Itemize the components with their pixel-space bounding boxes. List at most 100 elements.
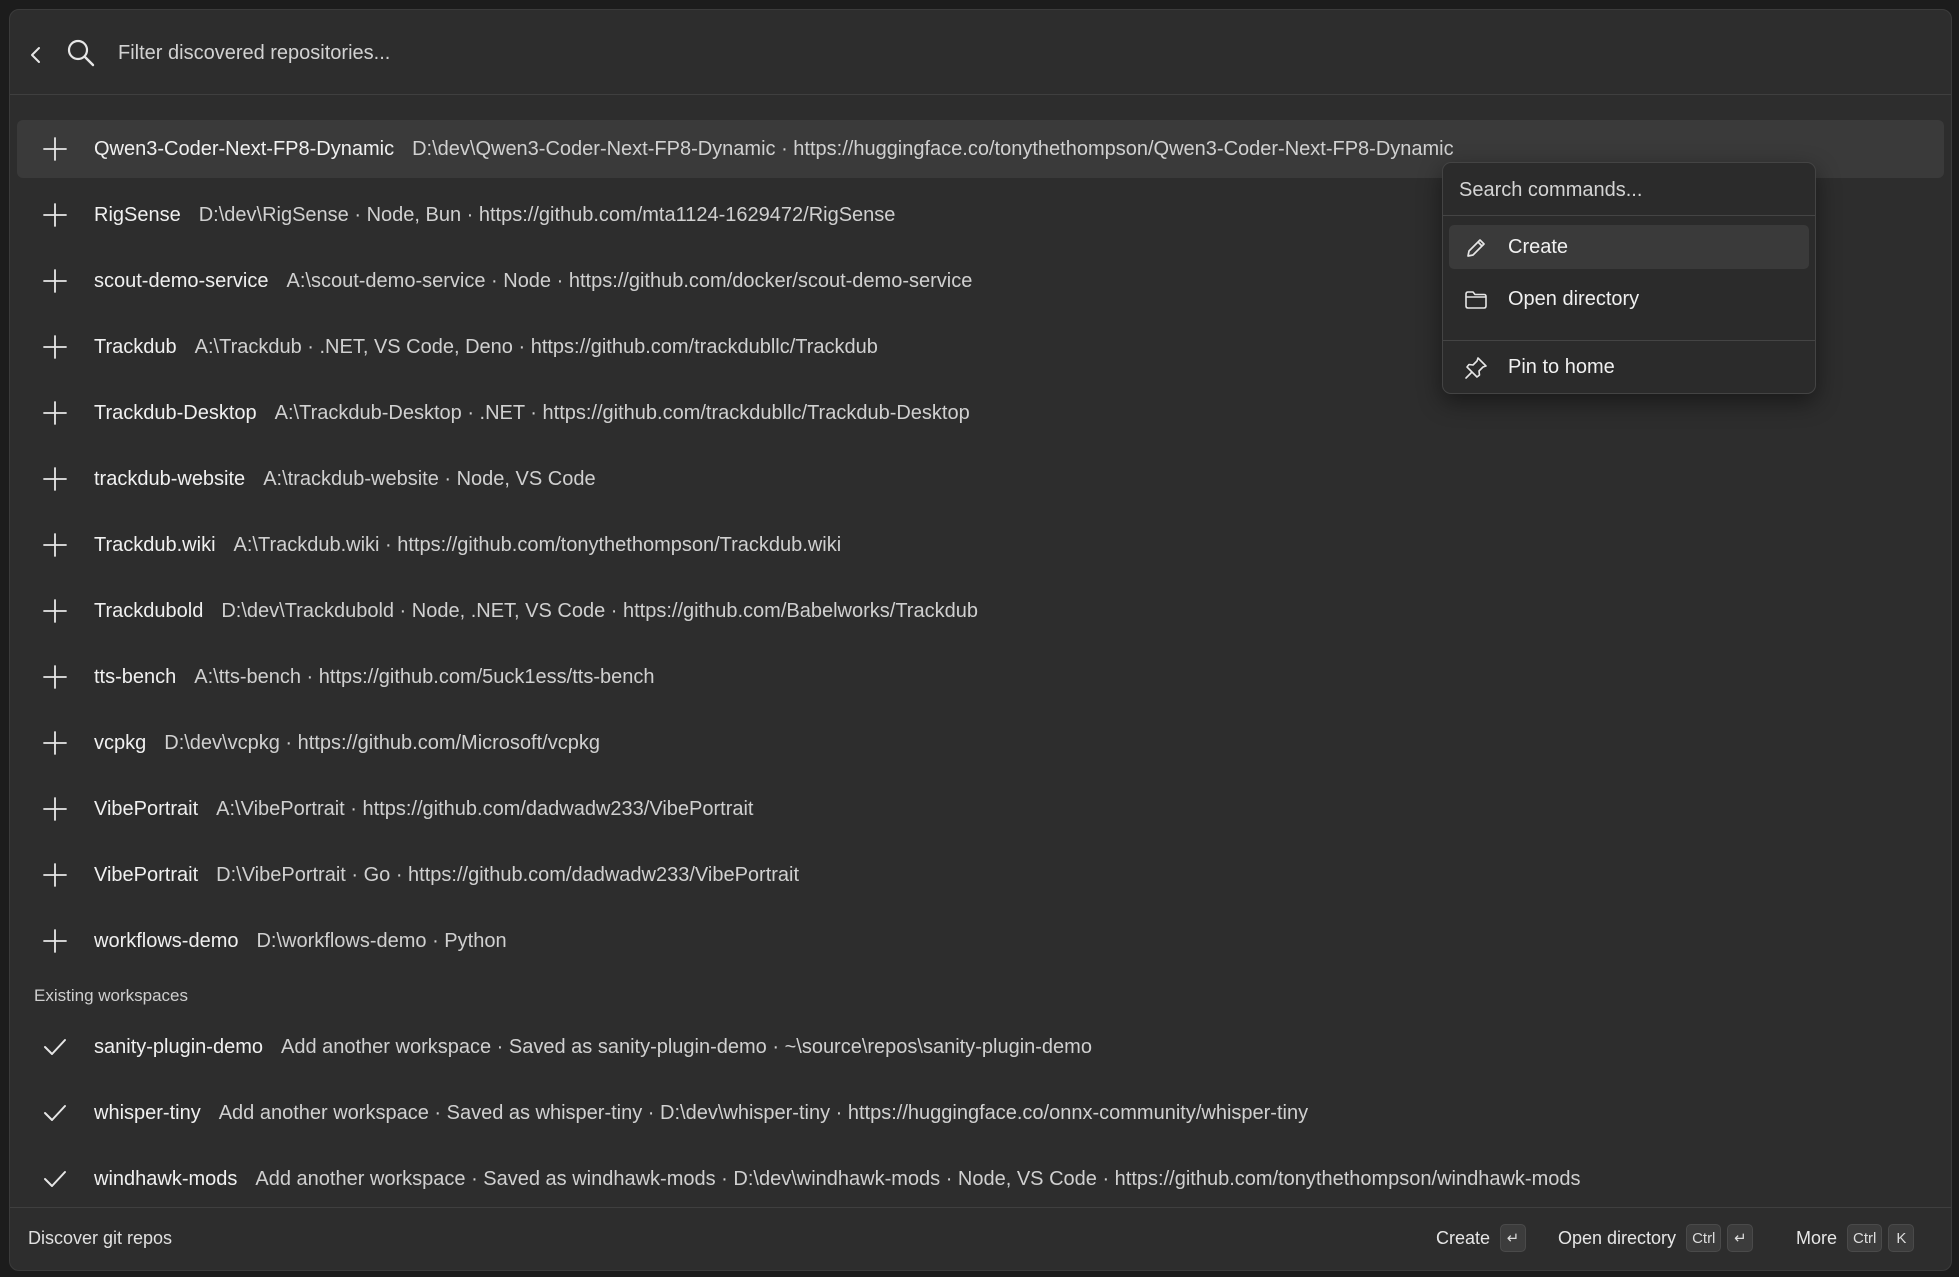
- back-arrow-icon[interactable]: [24, 42, 48, 68]
- pencil-icon: [1463, 235, 1489, 261]
- command-label: Open directory: [1508, 288, 1640, 310]
- repo-name: windhawk-mods: [94, 1167, 238, 1190]
- existing-workspaces-header: Existing workspaces: [34, 986, 189, 1005]
- enter-key: ↵: [1727, 1224, 1754, 1252]
- ctrl-key: Ctrl: [1686, 1224, 1722, 1252]
- repo-name: Trackdub.wiki: [94, 533, 216, 556]
- action-label: Create: [1436, 1227, 1491, 1248]
- repo-name: RigSense: [94, 203, 181, 226]
- repo-name: sanity-plugin-demo: [94, 1035, 263, 1058]
- action-label: Open directory: [1558, 1227, 1677, 1248]
- plus-icon: [41, 729, 69, 757]
- existing-workspace-row[interactable]: sanity-plugin-demo Add another workspace …: [17, 1018, 1944, 1076]
- repo-name: Qwen3-Coder-Next-FP8-Dynamic: [94, 137, 395, 160]
- discovered-repo-row[interactable]: trackdub-website A:\trackdub-website · No…: [17, 450, 1944, 508]
- plus-icon: [41, 795, 69, 823]
- check-icon: [41, 1033, 69, 1061]
- repo-details: D:\dev\Trackdubold · Node, .NET, VS Code…: [221, 599, 978, 622]
- check-icon: [41, 1165, 69, 1193]
- row-text: tts-bench A:\tts-bench · https://github.c…: [94, 666, 655, 689]
- command-search: [1443, 163, 1815, 216]
- plus-icon: [41, 663, 69, 691]
- row-text: vcpkg D:\dev\vcpkg · https://github.com/M…: [94, 732, 600, 755]
- filter-repositories-input[interactable]: [116, 32, 1820, 74]
- row-text: whisper-tiny Add another workspace · Save…: [94, 1102, 1308, 1125]
- footer-title: Discover git repos: [28, 1228, 173, 1248]
- row-text: Trackdubold D:\dev\Trackdubold · Node, .N…: [94, 600, 978, 623]
- plus-icon: [41, 201, 69, 229]
- enter-key: ↵: [1500, 1224, 1527, 1252]
- plus-icon: [41, 267, 69, 295]
- action-label: More: [1796, 1227, 1838, 1248]
- repo-name: Trackdubold: [94, 599, 204, 622]
- repo-name: VibePortrait: [94, 797, 199, 820]
- repo-details: D:\dev\Qwen3-Coder-Next-FP8-Dynamic · ht…: [412, 137, 1454, 160]
- repo-name: trackdub-website: [94, 467, 246, 490]
- repo-name: vcpkg: [94, 731, 147, 754]
- plus-icon: [41, 927, 69, 955]
- repo-name: workflows-demo: [94, 929, 239, 952]
- row-text: windhawk-mods Add another workspace · Sav…: [94, 1168, 1580, 1191]
- command-open-directory[interactable]: Open directory: [1449, 277, 1809, 321]
- plus-icon: [41, 597, 69, 625]
- discovered-repo-row[interactable]: Trackdub.wiki A:\Trackdub.wiki · https://…: [17, 516, 1944, 574]
- row-text: RigSense D:\dev\RigSense · Node, Bun · ht…: [94, 204, 895, 227]
- command-create[interactable]: Create: [1449, 225, 1809, 269]
- repo-details: A:\scout-demo-service · Node · https://g…: [286, 269, 973, 292]
- repo-details: A:\VibePortrait · https://github.com/dad…: [216, 797, 754, 820]
- check-icon: [41, 1099, 69, 1127]
- repo-details: A:\tts-bench · https://github.com/5uck1e…: [194, 665, 655, 688]
- footer-create-action[interactable]: Create ↵: [1436, 1221, 1532, 1255]
- status-footer: Discover git repos Create ↵ Open directo…: [10, 1207, 1951, 1270]
- search-icon: [64, 36, 98, 70]
- row-text: VibePortrait A:\VibePortrait · https://gi…: [94, 798, 753, 821]
- discovered-repo-row[interactable]: workflows-demo D:\workflows-demo · Python: [17, 912, 1944, 970]
- repo-name: whisper-tiny: [94, 1101, 201, 1124]
- plus-icon: [41, 531, 69, 559]
- repo-name: VibePortrait: [94, 863, 199, 886]
- plus-icon: [41, 135, 69, 163]
- discovered-repo-row[interactable]: vcpkg D:\dev\vcpkg · https://github.com/M…: [17, 714, 1944, 772]
- command-pin-to-home[interactable]: Pin to home: [1449, 345, 1809, 389]
- row-text: Trackdub A:\Trackdub · .NET, VS Code, Den…: [94, 336, 878, 359]
- repo-details: A:\Trackdub.wiki · https://github.com/to…: [233, 533, 842, 556]
- plus-icon: [41, 399, 69, 427]
- discovered-repo-row[interactable]: VibePortrait A:\VibePortrait · https://gi…: [17, 780, 1944, 838]
- repo-details: D:\workflows-demo · Python: [256, 929, 507, 952]
- repo-name: tts-bench: [94, 665, 177, 688]
- existing-workspace-row[interactable]: whisper-tiny Add another workspace · Save…: [17, 1084, 1944, 1142]
- plus-icon: [41, 465, 69, 493]
- repo-details: A:\Trackdub-Desktop · .NET · https://git…: [274, 401, 970, 424]
- footer-more-action[interactable]: More Ctrl K: [1796, 1221, 1920, 1255]
- repo-details: Add another workspace · Saved as sanity-…: [280, 1035, 1092, 1058]
- row-text: Trackdub-Desktop A:\Trackdub-Desktop · .N…: [94, 402, 970, 425]
- row-text: sanity-plugin-demo Add another workspace …: [94, 1036, 1092, 1059]
- search-commands-input[interactable]: [1457, 173, 1801, 207]
- repo-details: A:\trackdub-website · Node, VS Code: [263, 467, 596, 490]
- repo-details: A:\Trackdub · .NET, VS Code, Deno · http…: [194, 335, 878, 358]
- repo-details: D:\dev\vcpkg · https://github.com/Micros…: [164, 731, 600, 754]
- discovered-repo-row[interactable]: tts-bench A:\tts-bench · https://github.c…: [17, 648, 1944, 706]
- menu-divider: [1443, 340, 1815, 341]
- discovered-repo-row[interactable]: VibePortrait D:\VibePortrait · Go · https…: [17, 846, 1944, 904]
- row-text: Trackdub.wiki A:\Trackdub.wiki · https://…: [94, 534, 841, 557]
- ctrl-key: Ctrl: [1847, 1224, 1883, 1252]
- command-menu: Create Open directory Pin to home: [1442, 162, 1816, 394]
- plus-icon: [41, 333, 69, 361]
- footer-open-directory-action[interactable]: Open directory Ctrl ↵: [1558, 1221, 1759, 1255]
- plus-icon: [41, 861, 69, 889]
- command-label: Create: [1508, 236, 1569, 258]
- k-key: K: [1888, 1224, 1915, 1252]
- pin-icon: [1463, 355, 1489, 381]
- extension-window: Qwen3-Coder-Next-FP8-Dynamic D:\dev\Qwen3…: [9, 9, 1952, 1271]
- repo-name: scout-demo-service: [94, 269, 269, 292]
- discovered-repo-row[interactable]: Trackdubold D:\dev\Trackdubold · Node, .N…: [17, 582, 1944, 640]
- existing-workspace-row[interactable]: windhawk-mods Add another workspace · Sav…: [17, 1150, 1944, 1208]
- repo-name: Trackdub-Desktop: [94, 401, 257, 424]
- repo-name: Trackdub: [94, 335, 177, 358]
- row-text: workflows-demo D:\workflows-demo · Python: [94, 930, 507, 953]
- row-text: Qwen3-Coder-Next-FP8-Dynamic D:\dev\Qwen3…: [94, 138, 1454, 161]
- folder-icon: [1463, 287, 1489, 313]
- command-label: Pin to home: [1508, 356, 1615, 378]
- repo-details: Add another workspace · Saved as whisper…: [218, 1101, 1309, 1124]
